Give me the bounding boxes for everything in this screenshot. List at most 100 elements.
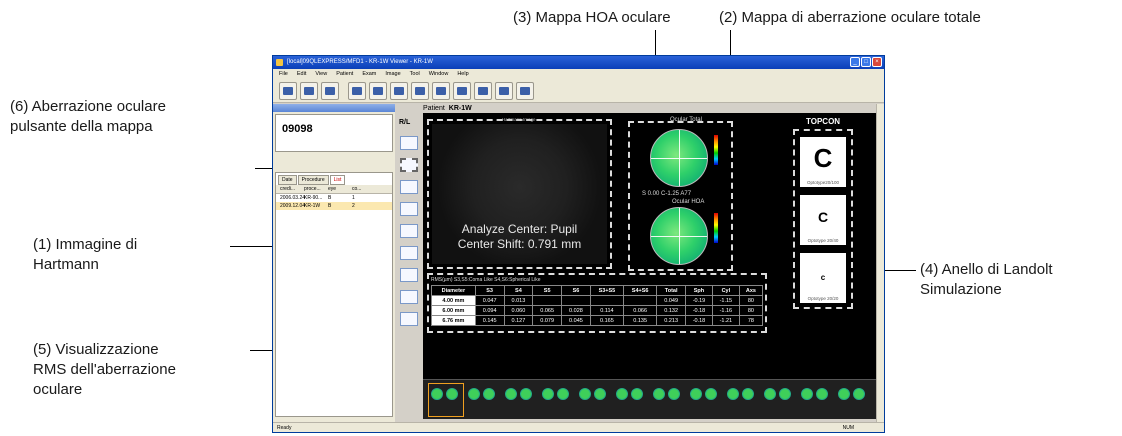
cell: 80 xyxy=(738,295,764,306)
maximize-button[interactable]: □ xyxy=(861,57,871,67)
col-date[interactable]: credi... xyxy=(280,185,304,193)
col-header: S5 xyxy=(532,285,563,296)
toolbar-back-button[interactable] xyxy=(300,81,318,100)
cell: 2009.12.04 xyxy=(280,203,306,209)
exam-thumbnail[interactable] xyxy=(614,384,648,416)
toolbar-patients-button[interactable] xyxy=(279,81,297,100)
refraction-value: S 0.00 C-1.25 A77 xyxy=(642,191,692,197)
col-header: Sph xyxy=(685,285,713,296)
tab-date[interactable]: Date xyxy=(278,175,297,185)
landolt-ring-small: c xyxy=(820,273,826,282)
menu-patient[interactable]: Patient xyxy=(336,69,353,79)
menu-edit[interactable]: Edit xyxy=(297,69,306,79)
menu-file[interactable]: File xyxy=(279,69,288,79)
cell: B xyxy=(328,203,332,209)
thumbnail-map-dot xyxy=(705,388,717,400)
col-eye[interactable]: eye xyxy=(328,185,352,193)
landolt-ring-simulation: C Optotype20/100 C Optotype 20/40 c Opto… xyxy=(793,129,853,309)
cell: KR-90... xyxy=(304,195,323,201)
thumbnail-map-dot xyxy=(742,388,754,400)
left-pane: 09098 Date Procedure List credi... proce… xyxy=(273,104,395,422)
layout-button[interactable] xyxy=(400,136,418,150)
toolbar-image-button[interactable] xyxy=(411,81,429,100)
toolbar-layout4-button[interactable] xyxy=(495,81,513,100)
list-view-button[interactable] xyxy=(400,268,418,282)
table-row[interactable]: 2006.03.24 KR-90... B 1 xyxy=(276,194,392,202)
exam-thumbnail[interactable] xyxy=(799,384,833,416)
exam-thumbnail[interactable] xyxy=(688,384,722,416)
exam-thumbnail[interactable] xyxy=(428,383,464,417)
exam-thumbnail[interactable] xyxy=(762,384,796,416)
toolbar-user-button[interactable] xyxy=(321,81,339,100)
cell: B xyxy=(328,195,332,201)
cell: 78 xyxy=(738,315,764,326)
exam-thumbnail[interactable] xyxy=(651,384,685,416)
exam-thumbnail[interactable] xyxy=(466,384,500,416)
export-view-button[interactable] xyxy=(400,312,418,326)
toolbar-layout2-button[interactable] xyxy=(453,81,471,100)
thumbnail-map-dot xyxy=(483,388,495,400)
tab-procedure[interactable]: Procedure xyxy=(297,175,329,185)
tools-icon xyxy=(520,86,530,95)
grid-view-button[interactable] xyxy=(400,202,418,216)
toolbar-print-button[interactable] xyxy=(369,81,387,100)
menu-help[interactable]: Help xyxy=(457,69,468,79)
landolt-optotype-20-100: C Optotype20/100 xyxy=(800,137,846,187)
landolt-ring-large: C xyxy=(813,143,833,173)
compare-view-button[interactable] xyxy=(400,290,418,304)
toolbar-layout1-button[interactable] xyxy=(432,81,450,100)
menu-tool[interactable]: Tool xyxy=(410,69,420,79)
menu-window[interactable]: Window xyxy=(429,69,449,79)
toolbar-layout3-button[interactable] xyxy=(474,81,492,100)
callout-hoa-map: (3) Mappa HOA oculare xyxy=(513,9,671,26)
analysis-panel: Hartmann Image Analyze Center: Pupil Cen… xyxy=(423,113,878,379)
analyze-center: Analyze Center: Pupil xyxy=(461,222,578,236)
thumbnail-map-dot xyxy=(779,388,791,400)
col-count[interactable]: co... xyxy=(352,185,376,193)
cell: -1.16 xyxy=(711,305,740,316)
exam-thumbnail[interactable] xyxy=(577,384,611,416)
cell: 0.065 xyxy=(532,305,563,316)
toolbar-tools-button[interactable] xyxy=(516,81,534,100)
exam-thumbnail[interactable] xyxy=(503,384,537,416)
landolt-ring-medium: C xyxy=(817,209,829,225)
menu-exam[interactable]: Exam xyxy=(362,69,376,79)
table-row[interactable]: 2009.12.04 KR-1W B 2 xyxy=(276,202,392,210)
menu-image[interactable]: Image xyxy=(385,69,400,79)
cell: 0.127 xyxy=(503,315,534,326)
toolbar-export-button[interactable] xyxy=(390,81,408,100)
col-header: S3+S5 xyxy=(589,285,625,296)
thumbnail-map-dot xyxy=(727,388,739,400)
patient-view-tab[interactable]: Patient KR-1W xyxy=(423,105,472,112)
map-view-button[interactable] xyxy=(400,180,418,194)
tab-list[interactable]: List xyxy=(329,175,346,185)
thumbnail-map-dot xyxy=(446,388,458,400)
cell: 0.049 xyxy=(656,295,687,306)
exam-thumbnail[interactable] xyxy=(725,384,759,416)
cell: 0.132 xyxy=(656,305,687,316)
table-view-button[interactable] xyxy=(400,224,418,238)
ocular-aberration-map-button[interactable] xyxy=(400,158,418,172)
toolbar-save-button[interactable] xyxy=(348,81,366,100)
center-shift: Center Shift: 0.791 mm xyxy=(457,237,582,251)
menu-view[interactable]: View xyxy=(315,69,327,79)
thumbnail-map-dot xyxy=(557,388,569,400)
minimize-button[interactable]: _ xyxy=(850,57,860,67)
col-header: S6 xyxy=(561,285,591,296)
col-procedure[interactable]: proce... xyxy=(304,185,328,193)
landolt-optotype-20-20: c Optotype 20/20 xyxy=(800,253,846,303)
ocular-total-map[interactable] xyxy=(650,129,708,187)
chart-view-button[interactable] xyxy=(400,246,418,260)
cell: 0.114 xyxy=(589,305,625,316)
close-button[interactable]: × xyxy=(872,57,882,67)
optotype-caption: Optotype20/100 xyxy=(806,180,840,185)
map-total-title: Ocular Total xyxy=(670,117,702,123)
thumbnail-map-dot xyxy=(431,388,443,400)
exam-thumbnail[interactable] xyxy=(836,384,870,416)
ocular-hoa-map[interactable] xyxy=(650,207,708,265)
cell: 0.013 xyxy=(503,295,534,306)
exam-thumbnail[interactable] xyxy=(540,384,574,416)
status-text: Ready xyxy=(277,425,292,431)
cell: 0.066 xyxy=(623,305,658,316)
col-header: Diameter xyxy=(431,285,476,296)
